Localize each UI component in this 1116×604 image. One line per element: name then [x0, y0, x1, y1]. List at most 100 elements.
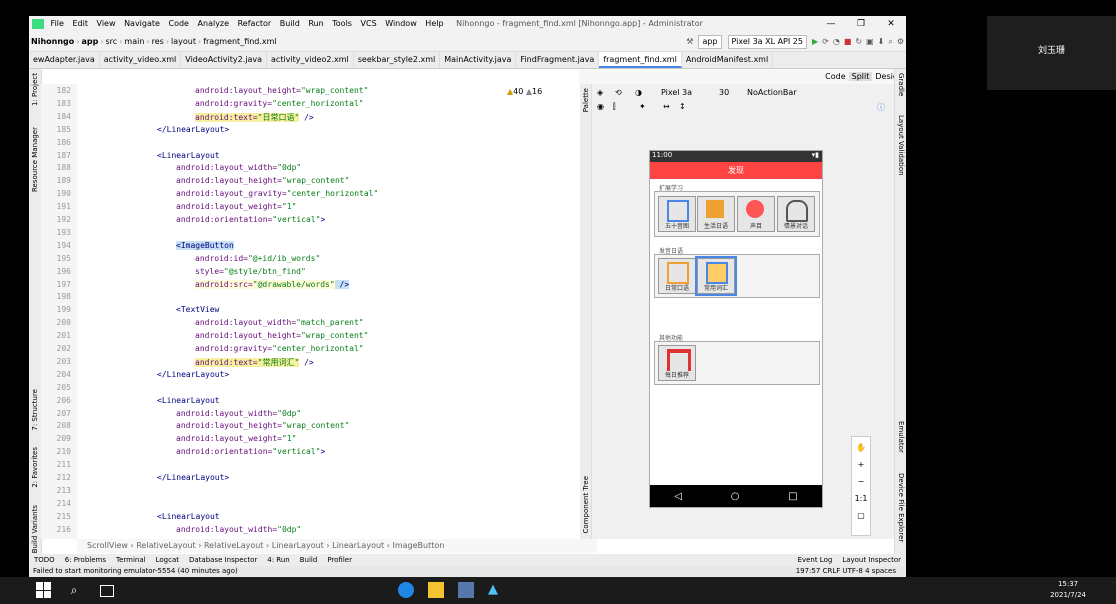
btn-gojuon[interactable]: 五十音图	[658, 196, 696, 232]
btn-sound[interactable]: 声目	[737, 196, 775, 232]
btn-life-japanese[interactable]: 生活日语	[697, 196, 735, 232]
code-line[interactable]: android:layout_width="match_parent"	[195, 318, 364, 327]
code-line[interactable]: android:text="常用词汇" />	[195, 357, 314, 368]
layers-icon[interactable]: ◈	[597, 88, 603, 97]
tab-mainactivity-java[interactable]: MainActivity.java	[440, 52, 517, 68]
btn-common-words[interactable]: 常用词汇	[695, 256, 737, 296]
breadcrumb-layout[interactable]: layout	[171, 37, 196, 46]
design-device-selector[interactable]: Pixel 3a	[661, 88, 692, 97]
sync-icon[interactable]: ↻	[855, 37, 862, 46]
code-line[interactable]: android:layout_weight="1"	[176, 202, 296, 211]
edge-icon[interactable]	[398, 582, 414, 598]
windows-start-icon[interactable]	[36, 582, 52, 598]
device-selector[interactable]: Pixel 3a XL API 25	[727, 34, 807, 49]
android-studio-icon[interactable]	[458, 582, 474, 598]
pan-icon[interactable]: ✋	[852, 443, 870, 452]
zoom-actual-icon[interactable]: 1:1	[852, 494, 870, 503]
phone-preview[interactable]: 11:00 ▾▮ 发现 扩展学习 五十音图 生活日语 声目 情景对话 发音日语 日…	[649, 150, 823, 508]
code-line[interactable]: android:id="@+id/ib_words"	[195, 254, 320, 263]
taskbar-clock[interactable]: 15:37 2021/7/24	[1050, 579, 1086, 601]
menu-edit[interactable]: Edit	[72, 16, 88, 32]
crumb-relativelayout-2[interactable]: RelativeLayout	[204, 541, 263, 550]
tool-database-inspector[interactable]: Database Inspector	[189, 556, 257, 564]
maximize-icon[interactable]: ❐	[846, 16, 876, 32]
profile-icon[interactable]: ◔	[833, 37, 840, 46]
crumb-scrollview[interactable]: ScrollView	[87, 541, 128, 550]
code-line[interactable]: <LinearLayout	[157, 151, 220, 160]
code-line[interactable]: android:layout_width="0dp"	[176, 163, 301, 172]
tool-terminal[interactable]: Terminal	[116, 556, 146, 564]
tab-seekbar-style2-xml[interactable]: seekbar_style2.xml	[354, 52, 441, 68]
tool-logcat[interactable]: Logcat	[156, 556, 179, 564]
crumb-linearlayout-2[interactable]: LinearLayout	[332, 541, 384, 550]
tool-profiler[interactable]: Profiler	[327, 556, 352, 564]
inspection-widget[interactable]: ▲40 ▲16	[507, 87, 542, 96]
btn-daily-recommend[interactable]: 每日推荐	[658, 345, 696, 381]
task-view-icon[interactable]	[100, 585, 114, 597]
menu-help[interactable]: Help	[425, 16, 443, 32]
breadcrumb-main[interactable]: main	[124, 37, 144, 46]
tool-layout-inspector[interactable]: Layout Inspector	[842, 556, 901, 564]
theme-selector[interactable]: NoActionBar	[747, 88, 797, 97]
code-line[interactable]: android:layout_weight="1"	[176, 434, 296, 443]
sdk-manager-icon[interactable]: ⬇	[878, 37, 885, 46]
tool-run[interactable]: 4: Run	[267, 556, 289, 564]
info-icon[interactable]: ⓘ	[877, 102, 885, 113]
tab-activity-video2-xml[interactable]: activity_video2.xml	[267, 52, 354, 68]
crumb-imagebutton[interactable]: ImageButton	[392, 541, 444, 550]
recents-icon[interactable]: □	[788, 491, 797, 502]
orientation-icon[interactable]: ⟲	[615, 88, 622, 97]
tab-androidmanifest-xml[interactable]: AndroidManifest.xml	[682, 52, 774, 68]
horizontal-resize-icon[interactable]: ↔	[663, 102, 670, 111]
close-icon[interactable]: ✕	[876, 16, 906, 32]
back-icon[interactable]: ◁	[674, 491, 682, 502]
tool-structure[interactable]: 7: Structure	[31, 389, 39, 431]
search-icon[interactable]: ⌕	[66, 582, 82, 598]
code-line[interactable]: android:gravity="center_horizontal"	[195, 344, 364, 353]
infer-constraints-icon[interactable]: ✦	[639, 102, 646, 111]
crumb-linearlayout-1[interactable]: LinearLayout	[272, 541, 324, 550]
file-encoding[interactable]: UTF-8	[842, 567, 862, 575]
code-line[interactable]: android:layout_width="0dp"	[176, 409, 301, 418]
tool-resource-manager[interactable]: Resource Manager	[31, 127, 39, 192]
component-tree-tab[interactable]: Component Tree	[582, 476, 590, 533]
code-line[interactable]: android:layout_gravity="center_horizonta…	[176, 189, 378, 198]
indent-setting[interactable]: 4 spaces	[865, 567, 896, 575]
code-line[interactable]: android:layout_height="wrap_content"	[176, 176, 349, 185]
breadcrumb-project[interactable]: Nihonngo	[31, 37, 74, 46]
debug-icon[interactable]: ⟳	[822, 37, 829, 46]
stop-icon[interactable]: ■	[844, 37, 852, 46]
tab-findfragment-java[interactable]: FindFragment.java	[516, 52, 600, 68]
menu-window[interactable]: Window	[385, 16, 417, 32]
eye-icon[interactable]: ◉	[597, 102, 604, 111]
api-selector[interactable]: 30	[719, 88, 729, 97]
tool-event-log[interactable]: Event Log	[798, 556, 833, 564]
tab-fragment-find-xml[interactable]: fragment_find.xml	[599, 52, 682, 68]
zoom-in-icon[interactable]: +	[852, 460, 870, 469]
mode-split[interactable]: Split	[848, 72, 873, 81]
run-icon[interactable]: ▶	[812, 37, 818, 46]
menu-build[interactable]: Build	[280, 16, 300, 32]
palette-tab[interactable]: Palette	[582, 88, 590, 112]
code-line[interactable]: android:layout_height="wrap_content"	[176, 421, 349, 430]
line-ending[interactable]: CRLF	[823, 567, 841, 575]
menu-view[interactable]: View	[97, 16, 116, 32]
settings-icon[interactable]: ⚙	[897, 37, 904, 46]
code-line[interactable]: </LinearLayout>	[157, 370, 229, 379]
tool-problems[interactable]: 6: Problems	[65, 556, 106, 564]
menu-refactor[interactable]: Refactor	[238, 16, 272, 32]
mode-code[interactable]: Code	[822, 72, 848, 81]
code-line[interactable]: <ImageButton	[176, 240, 234, 250]
magnet-icon[interactable]: ⫿	[613, 102, 616, 112]
code-line[interactable]: android:layout_width="0dp"	[176, 525, 301, 534]
breadcrumb-module[interactable]: app	[81, 37, 98, 46]
btn-dialogue[interactable]: 情景对话	[777, 196, 815, 232]
tool-gradle[interactable]: Gradle	[897, 73, 905, 96]
vertical-resize-icon[interactable]: ↕	[679, 102, 686, 111]
code-line[interactable]: android:layout_height="wrap_content"	[195, 86, 368, 95]
avd-manager-icon[interactable]: ▣	[866, 37, 874, 46]
menu-analyze[interactable]: Analyze	[198, 16, 230, 32]
file-explorer-icon[interactable]	[428, 582, 444, 598]
tool-emulator[interactable]: Emulator	[897, 421, 905, 453]
menu-tools[interactable]: Tools	[332, 16, 352, 32]
